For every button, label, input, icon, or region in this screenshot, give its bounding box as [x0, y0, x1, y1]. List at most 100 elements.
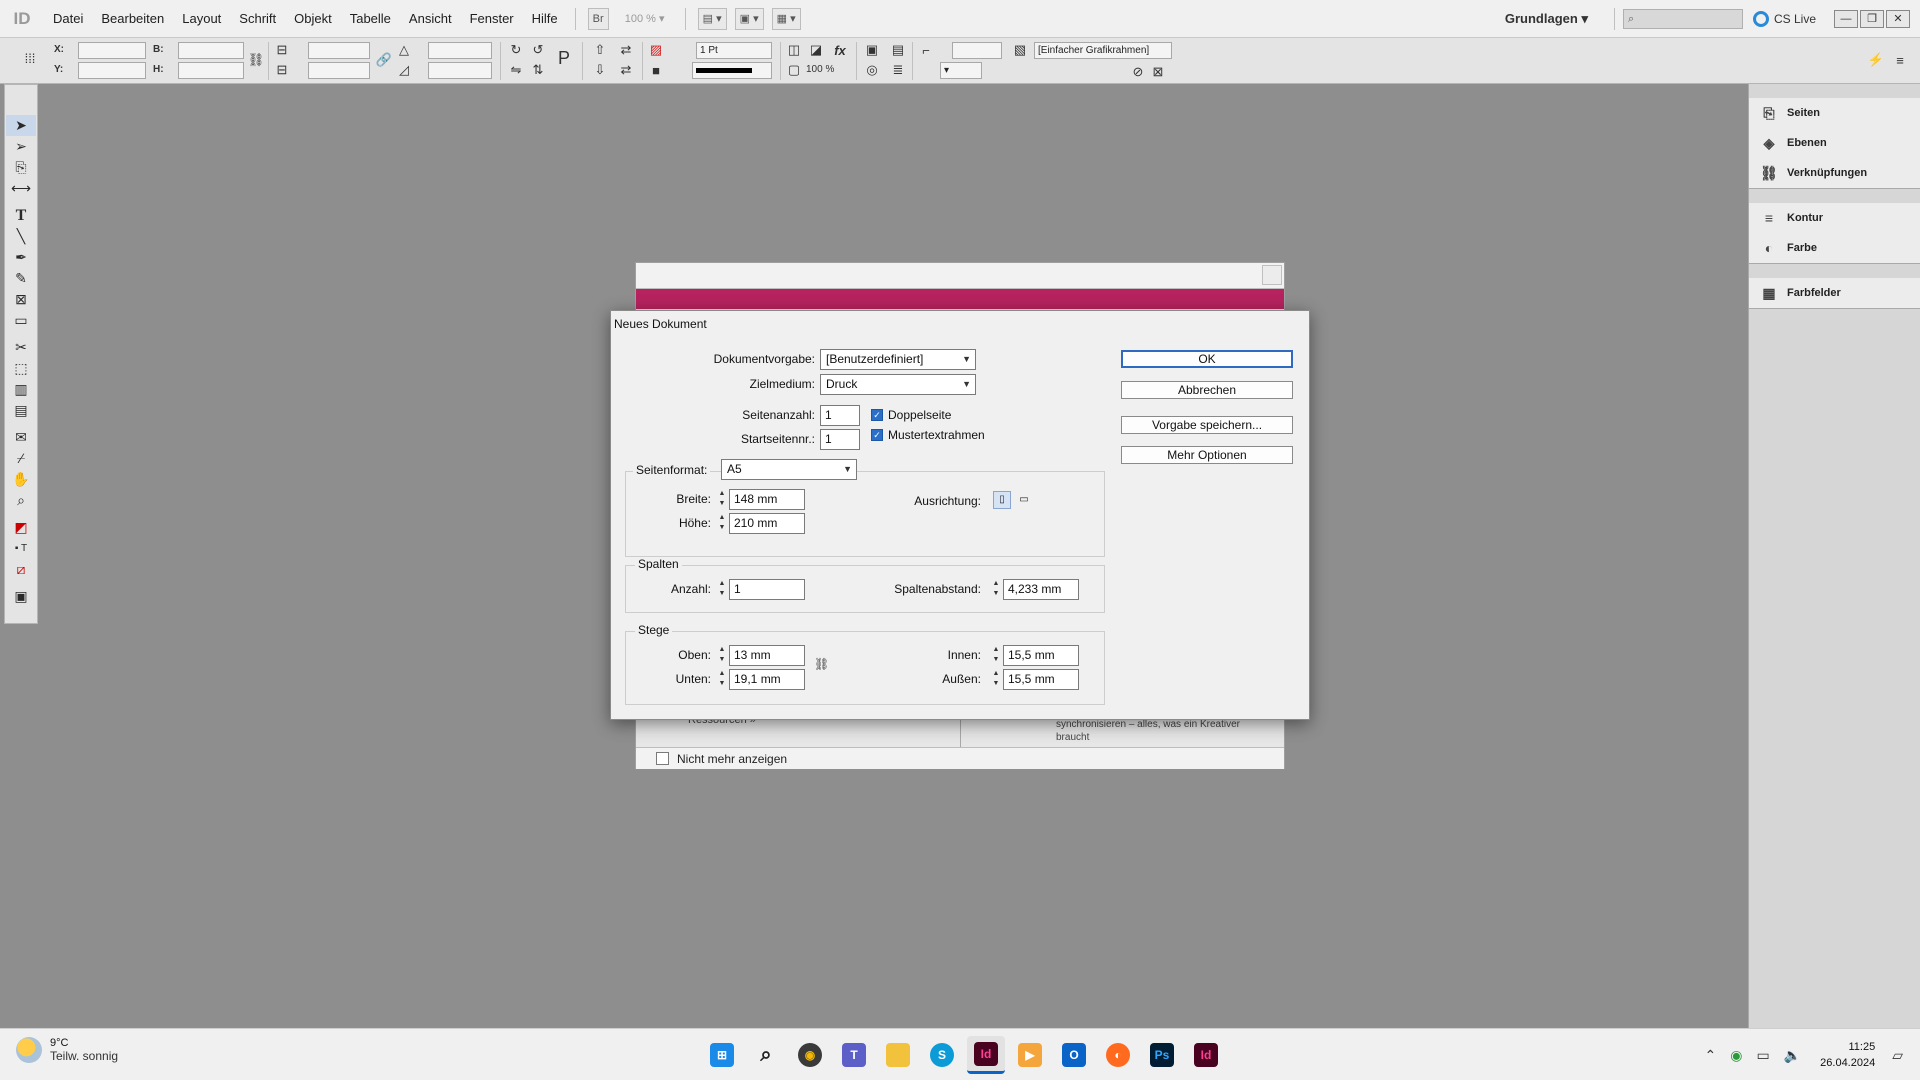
menu-fenster[interactable]: Fenster: [461, 0, 523, 38]
gradient-feather-tool-icon[interactable]: ▤: [6, 400, 36, 421]
top-margin-stepper[interactable]: ▲ ▼: [717, 645, 727, 666]
object-style-select[interactable]: [Einfacher Grafikrahmen]: [1034, 42, 1172, 59]
gap-tool-icon[interactable]: ⟷: [6, 178, 36, 199]
arrange-documents-icon[interactable]: ▦ ▾: [771, 7, 801, 30]
reference-point-icon[interactable]: ⁞⁞⁞: [22, 50, 38, 66]
free-transform-tool-icon[interactable]: ⬚: [6, 358, 36, 379]
select-prev-icon[interactable]: ⇄: [618, 42, 634, 58]
minimize-button[interactable]: —: [1834, 10, 1858, 28]
flip-h-icon[interactable]: ⇋: [508, 62, 524, 78]
norton-icon[interactable]: ◉: [791, 1036, 829, 1074]
wrap-around-icon[interactable]: ▤: [890, 42, 906, 58]
select-content-icon[interactable]: ⇩: [592, 62, 608, 78]
network-icon[interactable]: ▭: [1756, 1047, 1769, 1064]
chain-link-icon[interactable]: ⛓: [814, 657, 829, 671]
menu-bearbeiten[interactable]: Bearbeiten: [92, 0, 173, 38]
page-size-select[interactable]: A5 ▼: [721, 459, 857, 480]
top-margin-input[interactable]: 13 mm: [729, 645, 805, 666]
screen-mode-icon[interactable]: ▣ ▾: [734, 7, 764, 30]
intent-select[interactable]: Druck ▼: [820, 374, 976, 395]
outside-margin-stepper[interactable]: ▲ ▼: [991, 669, 1001, 690]
panel-verknuepfungen[interactable]: ⛓ Verknüpfungen: [1749, 158, 1920, 188]
y-field[interactable]: [78, 62, 146, 79]
rectangle-frame-tool-icon[interactable]: ⊠: [6, 289, 36, 310]
menu-layout[interactable]: Layout: [173, 0, 230, 38]
shear-field[interactable]: [428, 62, 492, 79]
rotate-ccw-icon[interactable]: ↺: [530, 42, 546, 58]
scissors-tool-icon[interactable]: ✂: [6, 337, 36, 358]
teams-icon[interactable]: T: [835, 1036, 873, 1074]
start-page-input[interactable]: 1: [820, 429, 860, 450]
screen-mode-tool-icon[interactable]: ▣: [6, 586, 36, 607]
menu-hilfe[interactable]: Hilfe: [523, 0, 567, 38]
search-input[interactable]: ⌕: [1622, 9, 1743, 29]
selection-tool-icon[interactable]: ➤: [6, 115, 36, 136]
page-tool-icon[interactable]: ⎘: [6, 157, 36, 178]
columns-stepper[interactable]: ▲ ▼: [717, 579, 727, 600]
scale-y-field[interactable]: [308, 62, 370, 79]
inside-margin-stepper[interactable]: ▲ ▼: [991, 645, 1001, 666]
close-button[interactable]: ✕: [1886, 10, 1910, 28]
select-container-icon[interactable]: ⇧: [592, 42, 608, 58]
landscape-icon[interactable]: ▭: [1015, 491, 1033, 509]
dont-show-checkbox[interactable]: [656, 752, 669, 765]
menu-ansicht[interactable]: Ansicht: [400, 0, 461, 38]
link-scale-icon[interactable]: 🔗: [376, 52, 392, 68]
apply-none-icon[interactable]: ⧄: [6, 559, 36, 580]
wrap-shape-icon[interactable]: ◎: [864, 62, 880, 78]
height-stepper[interactable]: ▲ ▼: [717, 513, 727, 534]
scale-x-field[interactable]: [308, 42, 370, 59]
object-style-icon[interactable]: ▧: [1012, 42, 1028, 58]
x-field[interactable]: [78, 42, 146, 59]
maximize-button[interactable]: ❐: [1860, 10, 1884, 28]
columns-count-input[interactable]: 1: [729, 579, 805, 600]
direct-selection-tool-icon[interactable]: ➢: [6, 136, 36, 157]
rectangle-tool-icon[interactable]: ▭: [6, 310, 36, 331]
height-input[interactable]: 210 mm: [729, 513, 805, 534]
indesign-taskbar-icon[interactable]: Id: [967, 1036, 1005, 1074]
width-stepper[interactable]: ▲ ▼: [717, 489, 727, 510]
panel-menu-icon[interactable]: ≡: [1892, 52, 1908, 68]
search-icon[interactable]: ⌕: [747, 1036, 785, 1074]
opacity-value[interactable]: 100 %: [806, 64, 834, 75]
text-wrap-icon[interactable]: ▣: [864, 42, 880, 58]
line-tool-icon[interactable]: ╲: [6, 226, 36, 247]
flip-v-icon[interactable]: ⇅: [530, 62, 546, 78]
pencil-tool-icon[interactable]: ✎: [6, 268, 36, 289]
rotate-cw-icon[interactable]: ↻: [508, 42, 524, 58]
welcome-close-button[interactable]: [1262, 265, 1282, 285]
corner-options-icon[interactable]: ⌐: [918, 42, 934, 58]
panel-farbe[interactable]: ◐ Farbe: [1749, 233, 1920, 263]
menu-schrift[interactable]: Schrift: [230, 0, 285, 38]
bottom-margin-input[interactable]: 19,1 mm: [729, 669, 805, 690]
stroke-type-select[interactable]: [692, 62, 772, 79]
windows-start-icon[interactable]: ⊞: [703, 1036, 741, 1074]
clear-overrides-icon[interactable]: ⊘: [1130, 64, 1146, 80]
clock[interactable]: 11:25 26.04.2024: [1820, 1039, 1875, 1071]
fill-none-icon[interactable]: ▨: [648, 42, 664, 58]
cs-live-button[interactable]: CS Live: [1752, 11, 1816, 27]
corner-size-field[interactable]: [952, 42, 1002, 59]
indesign-2-icon[interactable]: Id: [1187, 1036, 1225, 1074]
weather-widget[interactable]: 9°C Teilw. sonnig: [16, 1037, 118, 1063]
chevron-up-icon[interactable]: ⌃: [1705, 1047, 1717, 1064]
hand-tool-icon[interactable]: ✋: [6, 469, 36, 490]
outside-margin-input[interactable]: 15,5 mm: [1003, 669, 1079, 690]
pen-tool-icon[interactable]: ✒: [6, 247, 36, 268]
clear-style-icon[interactable]: ⊠: [1150, 64, 1166, 80]
bridge-button[interactable]: Br: [587, 7, 609, 30]
constrain-proportions-icon[interactable]: ⛓: [248, 52, 265, 68]
effects-icon[interactable]: ◪: [808, 42, 824, 58]
stroke-weight-field[interactable]: 1 Pt: [696, 42, 772, 59]
portrait-icon[interactable]: ▯: [993, 491, 1011, 509]
menu-objekt[interactable]: Objekt: [285, 0, 341, 38]
rotate-field[interactable]: [428, 42, 492, 59]
eyedropper-tool-icon[interactable]: ⌿: [6, 448, 36, 469]
outlook-icon[interactable]: O: [1055, 1036, 1093, 1074]
panel-farbfelder[interactable]: ▦ Farbfelder: [1749, 278, 1920, 308]
save-preset-button[interactable]: Vorgabe speichern...: [1121, 416, 1293, 434]
skype-icon[interactable]: S: [923, 1036, 961, 1074]
notification-icon[interactable]: ▱: [1892, 1047, 1903, 1064]
gradient-tool-icon[interactable]: ▥: [6, 379, 36, 400]
corner-shape-select[interactable]: ▾: [940, 62, 982, 79]
